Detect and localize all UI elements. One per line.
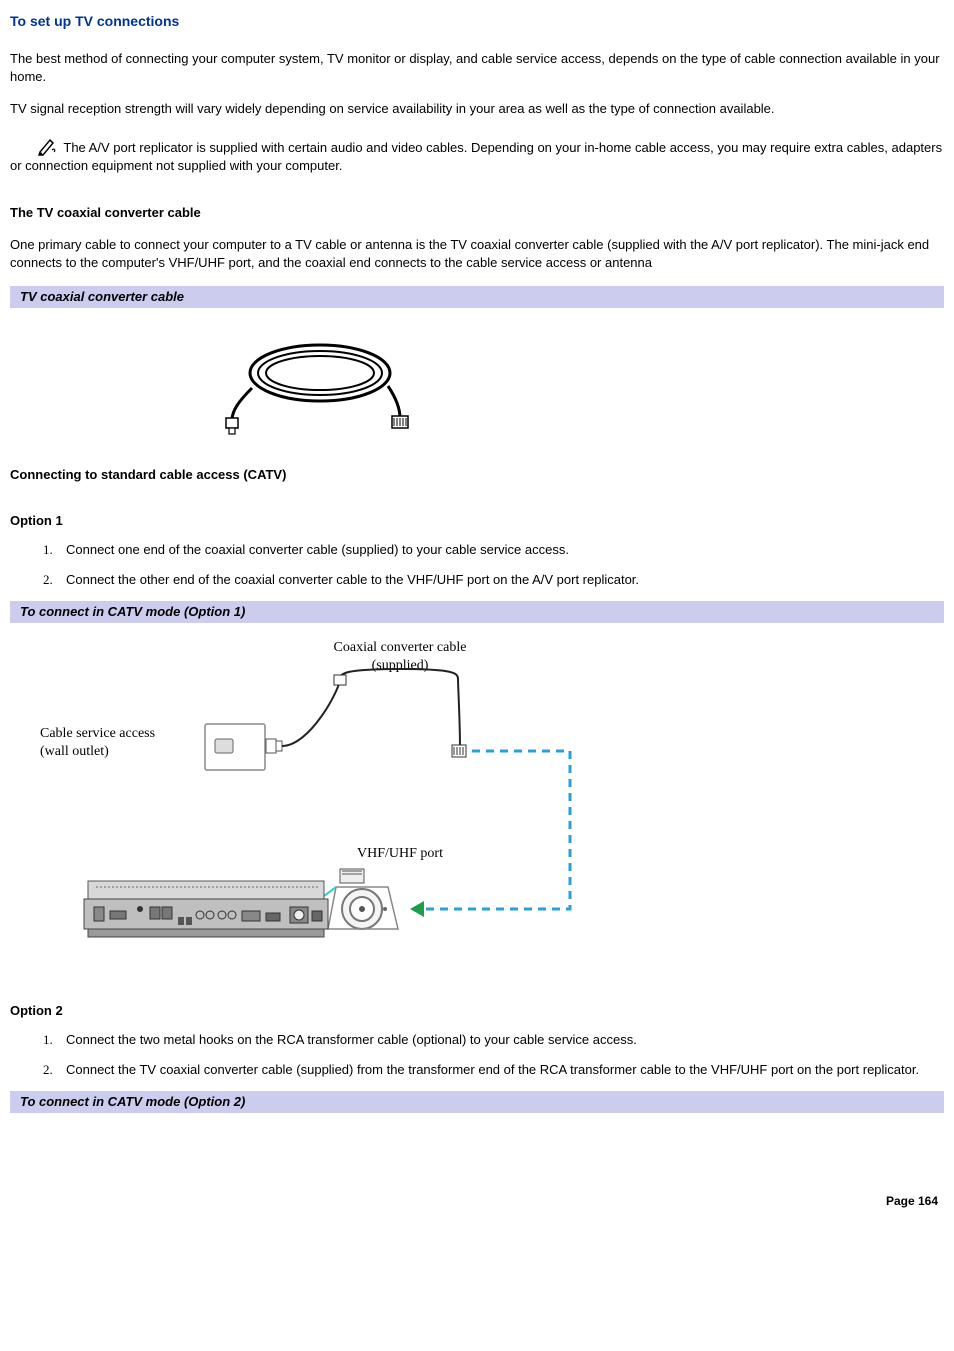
coax-paragraph: One primary cable to connect your comput…	[10, 236, 944, 272]
option1-steps: Connect one end of the coaxial converter…	[10, 541, 944, 589]
note-block: The A/V port replicator is supplied with…	[10, 138, 944, 175]
diagram-label-wall: Cable service access	[40, 726, 155, 741]
diagram-label-cable: Coaxial converter cable	[334, 640, 467, 655]
note-text: The A/V port replicator is supplied with…	[10, 140, 942, 173]
intro-paragraph-1: The best method of connecting your compu…	[10, 50, 944, 86]
intro-paragraph-2: TV signal reception strength will vary w…	[10, 100, 944, 118]
option1-heading: Option 1	[10, 512, 944, 530]
callout-coax-cable: TV coaxial converter cable	[10, 286, 944, 308]
callout-option2: To connect in CATV mode (Option 2)	[10, 1091, 944, 1113]
page-number: Page 164	[10, 1193, 944, 1210]
section-heading-coax: The TV coaxial converter cable	[10, 204, 944, 222]
list-item: Connect the other end of the coaxial con…	[56, 571, 944, 589]
callout-option1: To connect in CATV mode (Option 1)	[10, 601, 944, 623]
list-item: Connect the TV coaxial converter cable (…	[56, 1061, 944, 1079]
option2-steps: Connect the two metal hooks on the RCA t…	[10, 1031, 944, 1079]
list-item: Connect one end of the coaxial converter…	[56, 541, 944, 559]
list-item: Connect the two metal hooks on the RCA t…	[56, 1031, 944, 1049]
option2-heading: Option 2	[10, 1002, 944, 1020]
svg-text:(supplied): (supplied)	[372, 658, 429, 673]
section-heading-catv: Connecting to standard cable access (CAT…	[10, 466, 944, 484]
diagram-label-port: VHF/UHF port	[357, 846, 443, 861]
port-replicator-icon	[84, 881, 328, 937]
page-title: To set up TV connections	[10, 12, 944, 32]
figure-catv-option1: Coaxial converter cable (supplied) Cable…	[10, 629, 600, 949]
pencil-note-icon	[38, 138, 58, 156]
vhf-port-icon	[328, 869, 398, 929]
figure-coax-cable	[210, 328, 944, 438]
svg-text:(wall outlet): (wall outlet)	[40, 744, 109, 759]
